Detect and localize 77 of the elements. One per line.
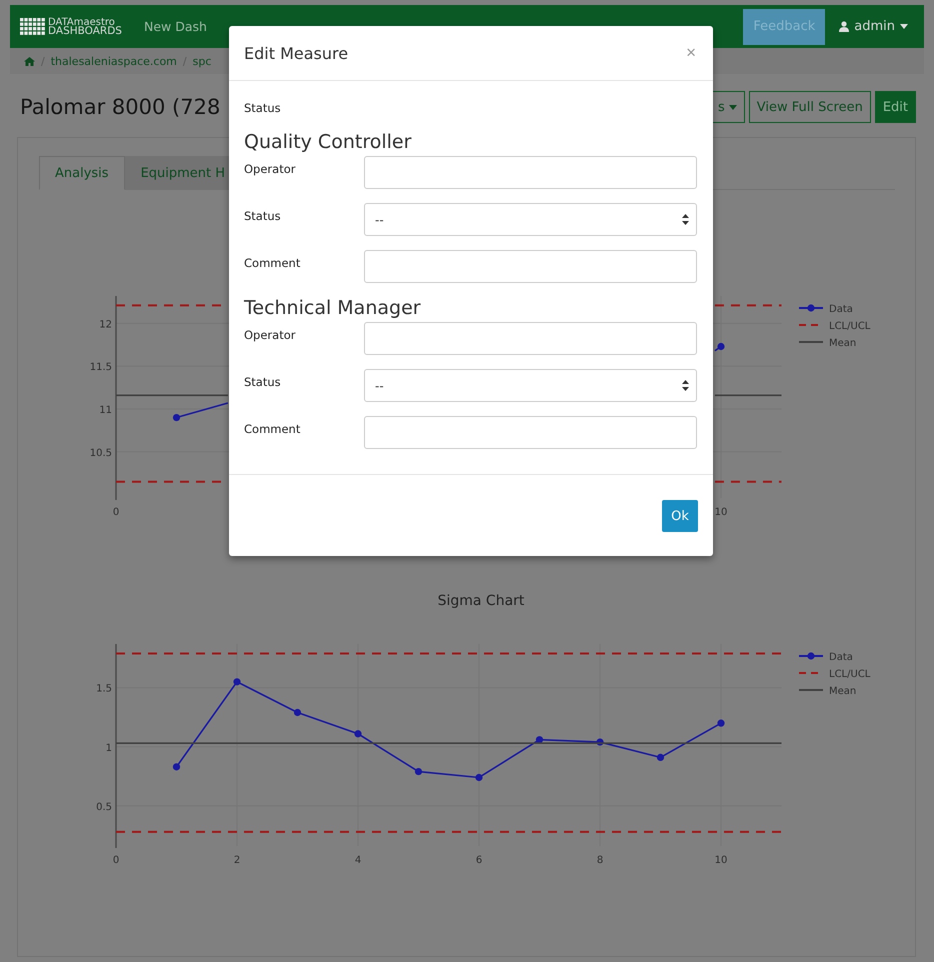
data-point	[172, 414, 180, 422]
data-point	[475, 774, 483, 782]
up-down-arrows-icon	[682, 214, 689, 225]
legend-label: Mean	[829, 686, 856, 697]
status-select[interactable]: --	[364, 369, 697, 402]
field-label: Operator	[244, 327, 296, 342]
breadcrumb-separator: /	[41, 54, 45, 68]
home-icon[interactable]	[24, 56, 35, 66]
axis-tick-label: 10.5	[90, 448, 112, 459]
dot-grid-logo-icon	[20, 18, 46, 36]
section-heading: Technical Manager	[244, 297, 421, 319]
comment-field[interactable]	[364, 416, 697, 449]
data-point	[717, 342, 725, 350]
data-point	[233, 678, 241, 686]
status-select[interactable]: --	[364, 203, 697, 236]
axis-tick-label: 0.5	[96, 802, 112, 813]
legend-label: LCL/UCL	[829, 321, 870, 332]
legend-line-icon	[799, 341, 823, 343]
close-button[interactable]: ×	[684, 43, 698, 63]
axis-tick-label: 4	[354, 855, 362, 866]
ok-button[interactable]: Ok	[662, 500, 698, 532]
data-point	[354, 730, 362, 738]
legend-marker-icon	[799, 304, 823, 312]
fullscreen-button[interactable]: View Full Screen	[748, 91, 871, 123]
breadcrumb-separator: /	[182, 54, 187, 68]
status-label: Status	[244, 101, 282, 115]
legend-label: Mean	[829, 338, 856, 349]
legend-dashed-line-icon	[799, 324, 818, 326]
caret-icon	[728, 104, 737, 110]
up-down-arrows-icon	[682, 380, 689, 391]
caret-icon	[900, 24, 908, 29]
operator-field[interactable]	[364, 156, 697, 189]
data-point	[536, 736, 544, 744]
axis-tick-label: 1.5	[96, 684, 112, 695]
user-menu[interactable]: admin	[833, 18, 914, 35]
logo-subtitle: DASHBOARDS	[48, 26, 122, 36]
field-label: Comment	[244, 421, 302, 436]
legend-marker-icon	[799, 652, 823, 660]
field-label: Status	[244, 208, 282, 223]
axis-tick-label: 12	[99, 319, 112, 330]
axis-tick-label: 0	[112, 855, 120, 866]
dialog-title: Edit Measure	[244, 44, 348, 62]
axis-tick-label: 0	[112, 507, 120, 518]
legend-label: Data	[829, 652, 853, 663]
logo-text: DATAmaestro	[48, 18, 115, 26]
data-point	[414, 768, 422, 776]
section-heading: Quality Controller	[244, 131, 412, 153]
data-point	[294, 708, 302, 716]
axis-tick-label: 6	[476, 855, 482, 866]
legend-line-icon	[799, 689, 823, 691]
field-label: Status	[244, 374, 282, 389]
legend-label: Data	[829, 304, 853, 315]
breadcrumb-link[interactable]: thalesaleniaspace.com	[50, 54, 177, 68]
axis-tick-label: 11	[99, 404, 112, 416]
data-point	[172, 763, 180, 770]
data-point	[656, 754, 664, 761]
operator-field[interactable]	[364, 322, 697, 355]
legend-label: LCL/UCL	[829, 669, 870, 680]
breadcrumb-link[interactable]: spc	[192, 54, 212, 68]
axis-tick-label: 10	[714, 507, 728, 518]
axis-tick-label: 8	[596, 855, 604, 866]
comment-field[interactable]	[364, 250, 697, 283]
data-point	[717, 720, 725, 727]
data-point	[596, 738, 604, 746]
nav-link[interactable]: New Dash	[144, 19, 207, 34]
axis-tick-label: 2	[234, 855, 240, 866]
feedback-button[interactable]: Feedback	[743, 8, 826, 44]
page-title: Palomar 8000 (728	[20, 95, 220, 119]
axis-tick-label: 10	[714, 855, 728, 866]
legend-dashed-line-icon	[799, 672, 818, 674]
chart-title: Sigma Chart	[436, 593, 526, 609]
axis-tick-label: 1	[106, 742, 112, 754]
tab[interactable]: Analysis	[39, 156, 125, 190]
axis-tick-label: 11.5	[90, 362, 112, 374]
user-icon	[839, 21, 850, 32]
field-label: Comment	[244, 255, 302, 270]
edit-button[interactable]: Edit	[874, 91, 916, 123]
